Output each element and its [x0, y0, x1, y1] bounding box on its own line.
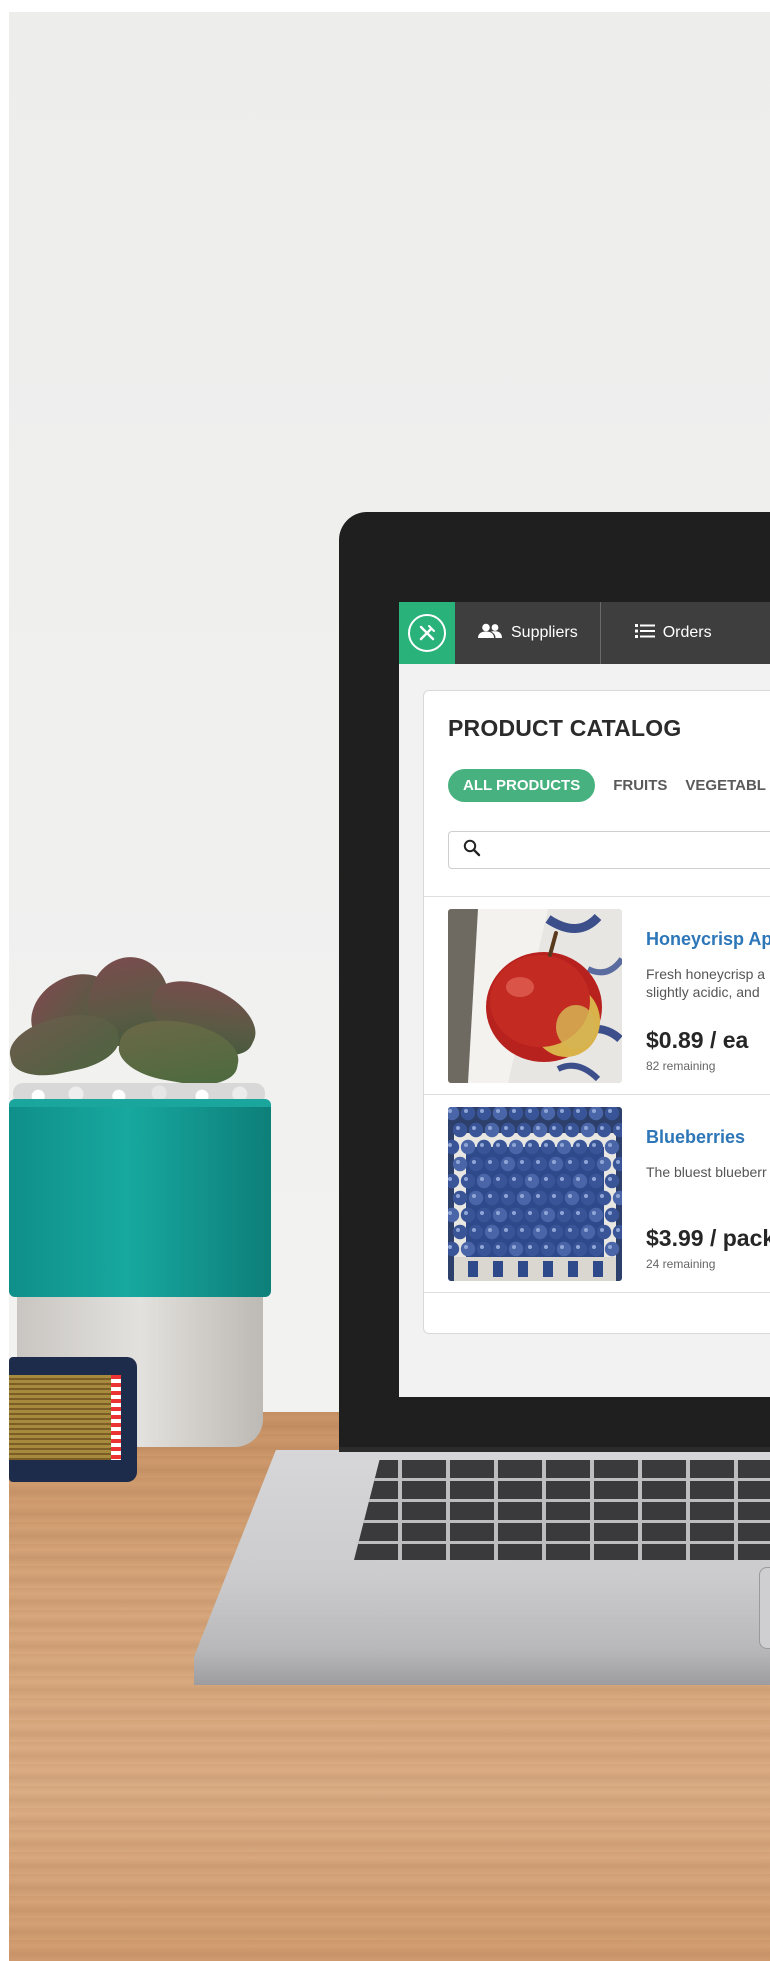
- list-icon: [634, 623, 655, 644]
- nav-orders[interactable]: Orders: [601, 602, 734, 664]
- top-navigation-bar: Suppliers Orders: [399, 602, 770, 664]
- utensils-icon: [408, 614, 446, 652]
- divider: [424, 1292, 770, 1293]
- book: [9, 1357, 137, 1482]
- app-screen: Suppliers Orders PRODUCT CATALOG ALL PRO…: [399, 602, 770, 1397]
- product-name[interactable]: Blueberries: [646, 1127, 745, 1148]
- users-icon: [477, 623, 503, 644]
- app-logo[interactable]: [399, 602, 455, 664]
- product-description-line: slightly acidic, and: [646, 984, 760, 1000]
- stock-remaining: 24 remaining: [646, 1257, 716, 1271]
- blueberries-image[interactable]: [448, 1107, 622, 1281]
- product-description-line: Fresh honeycrisp a: [646, 966, 766, 982]
- photo-background: Suppliers Orders PRODUCT CATALOG ALL PRO…: [9, 12, 770, 1961]
- category-filters: ALL PRODUCTS FRUITS VEGETABL: [448, 769, 766, 802]
- product-description: The bluest blueberr: [646, 1163, 767, 1181]
- nav-orders-label: Orders: [662, 624, 712, 641]
- filter-vegetables[interactable]: VEGETABL: [685, 777, 766, 794]
- page-title: PRODUCT CATALOG: [448, 715, 682, 741]
- product-price: $0.89 / ea: [646, 1027, 749, 1053]
- search-input[interactable]: [481, 840, 765, 860]
- stock-remaining: 82 remaining: [646, 1059, 716, 1073]
- product-catalog-panel: PRODUCT CATALOG ALL PRODUCTS FRUITS VEGE…: [423, 690, 770, 1334]
- product-card-blueberries[interactable]: Blueberries The bluest blueberr $3.99 / …: [424, 1095, 770, 1291]
- product-price: $3.99 / pack: [646, 1225, 770, 1251]
- filter-fruits[interactable]: FRUITS: [613, 777, 667, 794]
- product-name[interactable]: Honeycrisp App: [646, 929, 770, 950]
- nav-suppliers-label: Suppliers: [511, 624, 578, 641]
- search-icon: [463, 839, 481, 862]
- search-box[interactable]: [448, 831, 770, 869]
- product-card-honeycrisp[interactable]: Honeycrisp App Fresh honeycrisp a slight…: [424, 897, 770, 1093]
- laptop-trackpad: [759, 1567, 770, 1649]
- nav-suppliers[interactable]: Suppliers: [455, 602, 600, 664]
- apple-image[interactable]: [448, 909, 622, 1083]
- filter-all-products[interactable]: ALL PRODUCTS: [448, 769, 596, 802]
- product-description-line: The bluest blueberr: [646, 1164, 767, 1180]
- product-description: Fresh honeycrisp a slightly acidic, and: [646, 965, 765, 1001]
